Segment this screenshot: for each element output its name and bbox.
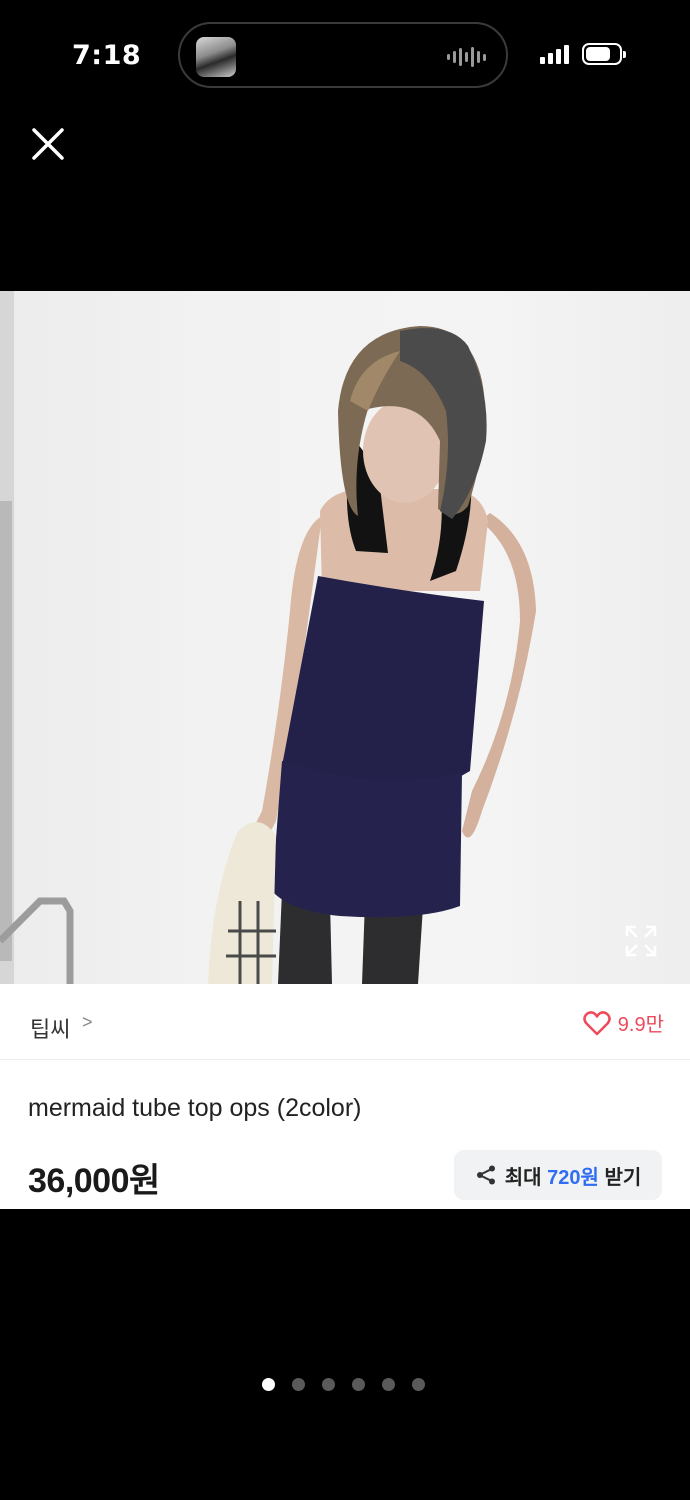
chevron-right-icon: > <box>82 1012 93 1032</box>
reward-amount: 720원 <box>547 1166 599 1189</box>
dynamic-island[interactable] <box>178 22 508 88</box>
audio-waveform-icon <box>447 46 486 68</box>
reward-share-button[interactable]: 최대 720원 받기 <box>454 1150 662 1200</box>
share-icon <box>476 1165 495 1185</box>
pager-dot[interactable] <box>322 1378 335 1391</box>
product-price: 36,000원 <box>28 1162 160 1200</box>
close-icon <box>32 128 64 160</box>
status-bar: 7:18 <box>0 0 690 110</box>
like-button[interactable]: 9.9만 <box>582 1008 664 1037</box>
cellular-signal-icon <box>540 44 569 64</box>
like-count: 9.9만 <box>617 1014 664 1036</box>
product-title: mermaid tube top ops (2color) <box>28 1094 362 1122</box>
pager-dot[interactable] <box>262 1378 275 1391</box>
gallery-pager <box>262 1378 425 1391</box>
battery-icon <box>582 43 626 65</box>
pager-dot[interactable] <box>382 1378 395 1391</box>
reward-prefix: 최대 <box>504 1166 542 1189</box>
product-image[interactable] <box>0 291 690 984</box>
product-photo <box>0 291 536 984</box>
heart-icon <box>583 1010 611 1035</box>
now-playing-thumbnail <box>196 37 236 77</box>
pager-dot[interactable] <box>352 1378 365 1391</box>
expand-icon[interactable] <box>624 924 658 958</box>
pager-dot[interactable] <box>412 1378 425 1391</box>
pager-dot[interactable] <box>292 1378 305 1391</box>
product-info-card: 팁씨 > 9.9만 mermaid tube top ops (2color) … <box>0 984 690 1209</box>
shop-name[interactable]: 팁씨 <box>30 1012 70 1044</box>
close-button[interactable] <box>26 122 70 166</box>
shop-row[interactable]: 팁씨 > 9.9만 <box>0 984 690 1060</box>
status-time: 7:18 <box>72 40 142 71</box>
reward-suffix: 받기 <box>604 1166 642 1189</box>
